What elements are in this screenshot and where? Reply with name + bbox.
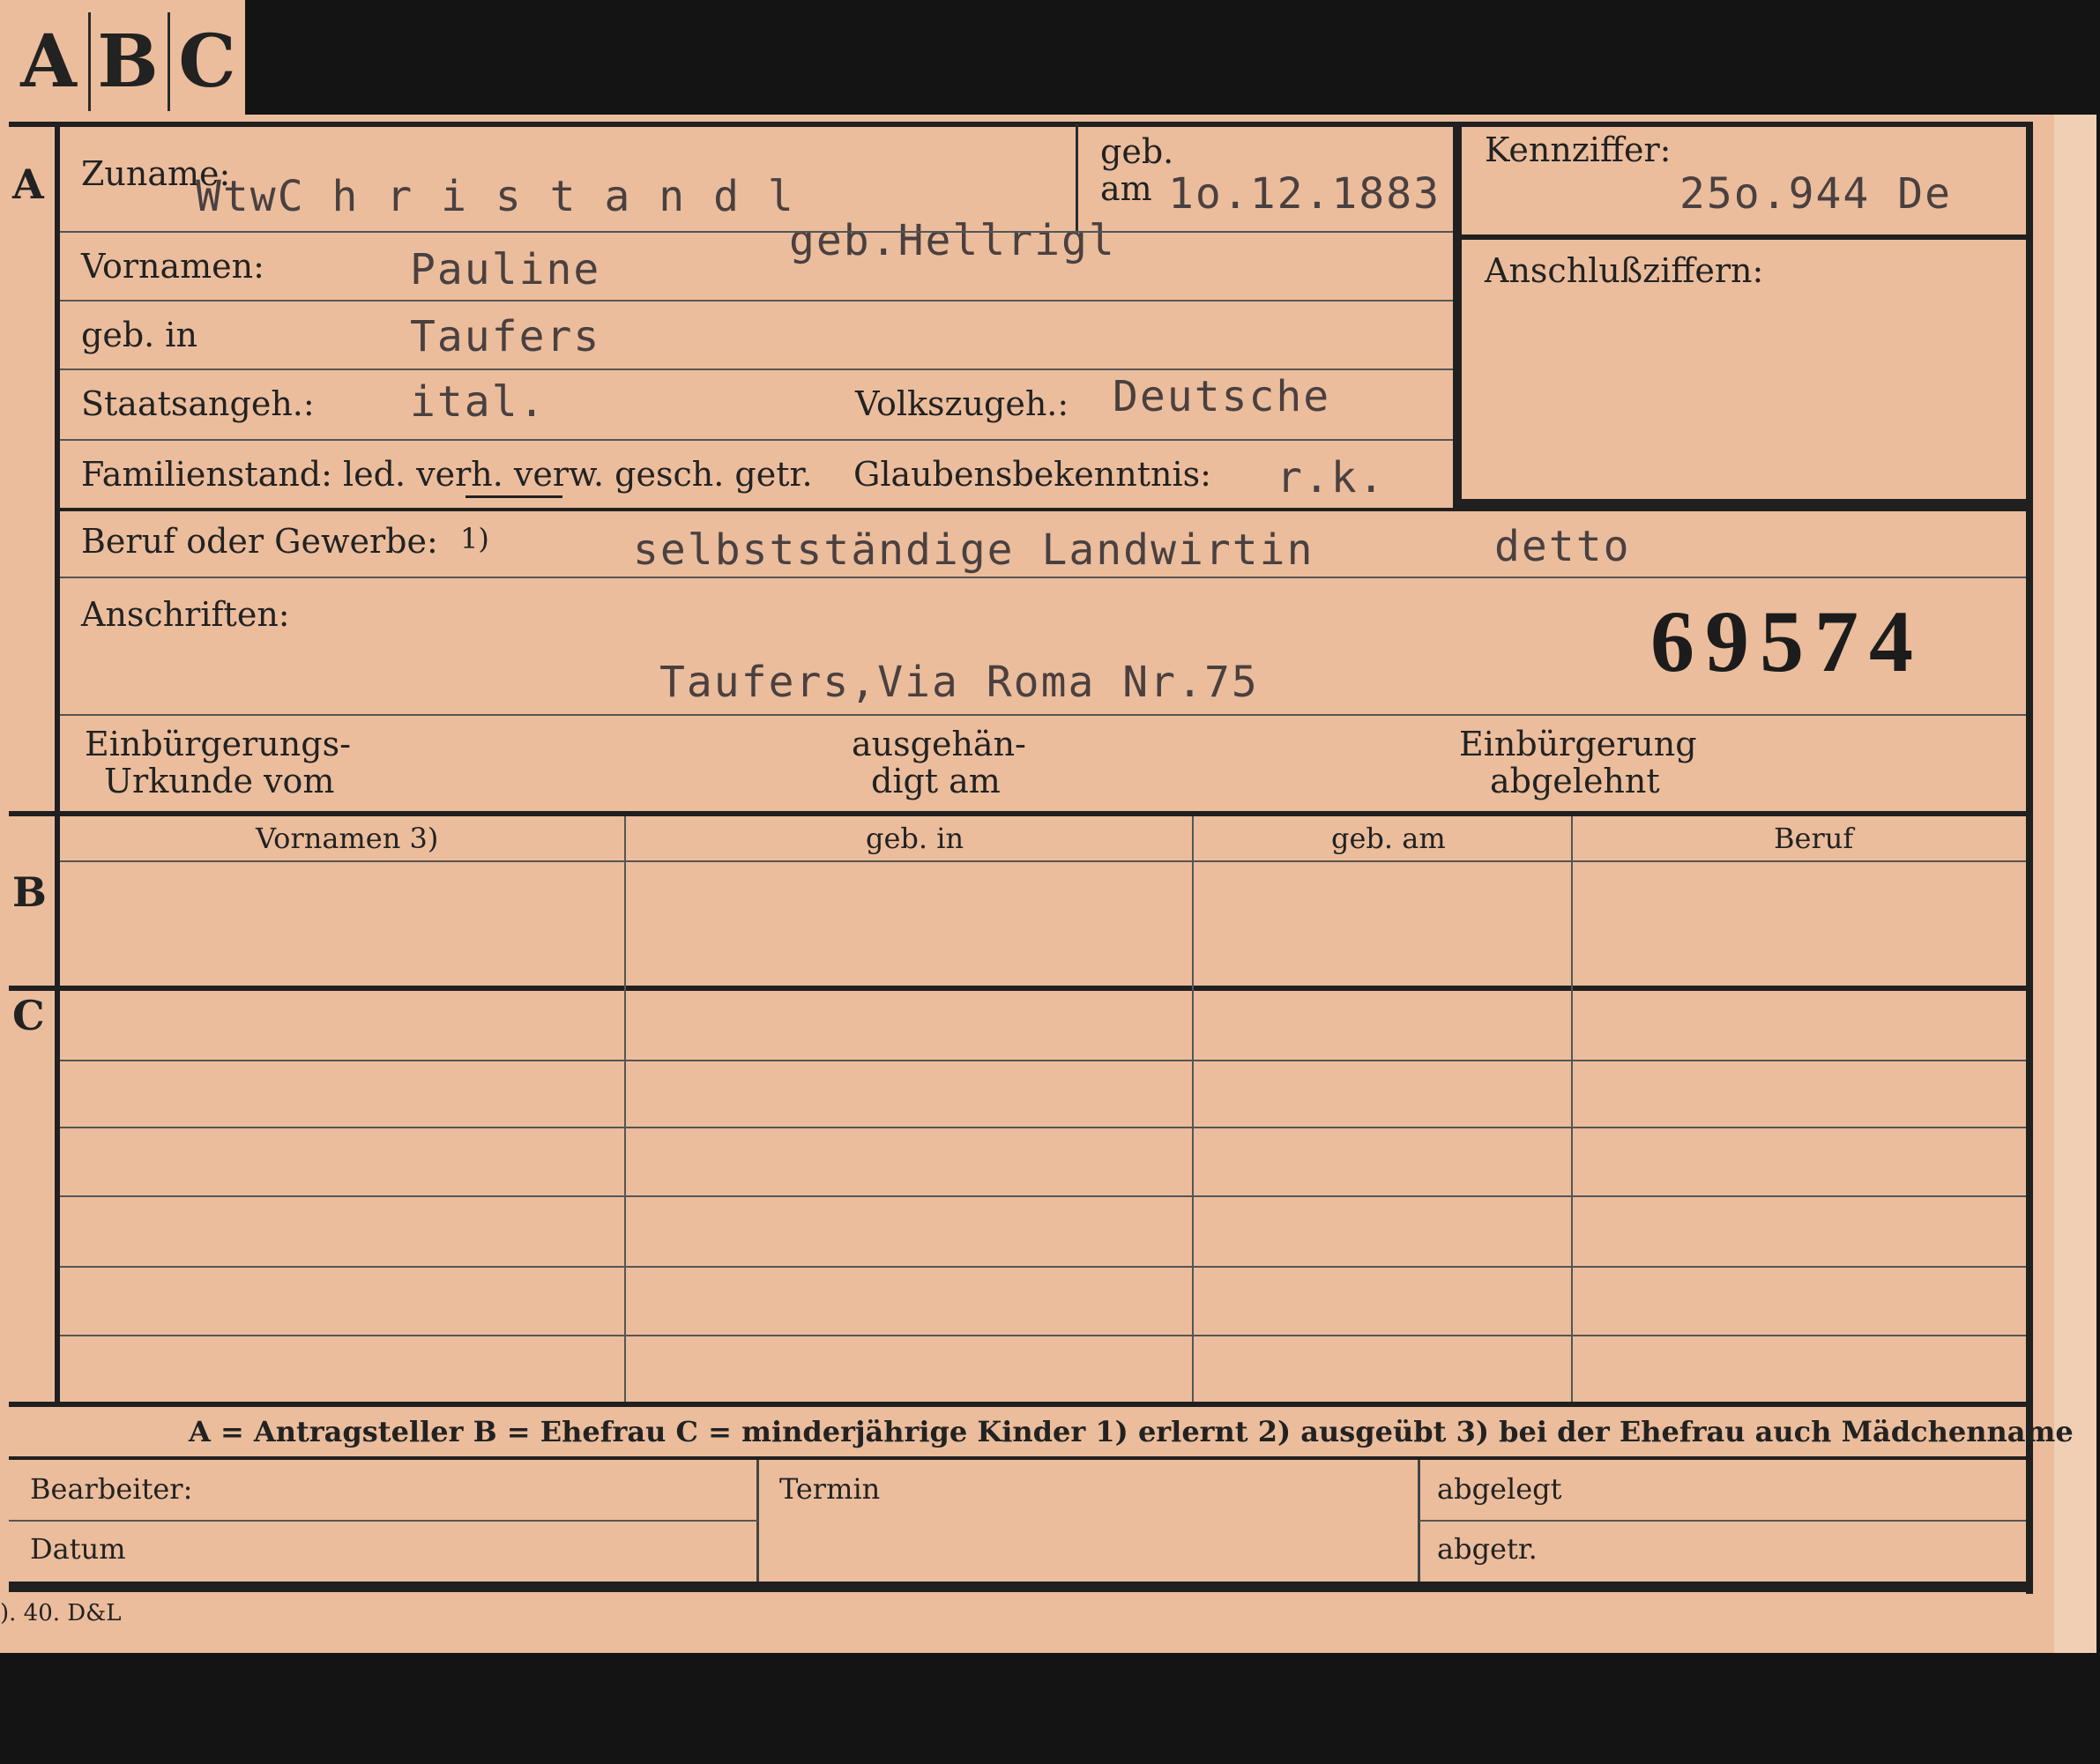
row-label-a: A — [12, 160, 44, 208]
glaube-label: Glaubensbekenntnis: — [853, 455, 1211, 494]
legend-bottom — [9, 1456, 2033, 1460]
right-frame — [2026, 122, 2033, 1594]
section-c-bottom — [9, 1402, 2033, 1407]
row-label-b: B — [12, 868, 47, 916]
rule — [60, 508, 2026, 511]
legend: A = Antragsteller B = Ehefrau C = minder… — [189, 1415, 2074, 1448]
col-header-geb-am: geb. am — [1331, 822, 1446, 855]
kennziffer-divider — [1462, 234, 2026, 240]
einb-label: Urkunde vom — [104, 762, 335, 800]
stamp-number: 69574 — [1650, 592, 1924, 690]
col-header-vornamen: Vornamen 3) — [256, 822, 439, 855]
vornamen-label: Vornamen: — [81, 247, 264, 286]
section-b-bottom — [9, 986, 2033, 991]
ausgeh-label: digt am — [871, 762, 1001, 800]
einb-label: Einbürgerungs- — [85, 725, 351, 763]
rule — [60, 368, 1453, 370]
print-code: ). 40. D&L — [0, 1600, 122, 1626]
born-date: 1o.12.1883 — [1168, 169, 1441, 219]
surname-value: WtwC h r i s t a n d l — [196, 172, 795, 221]
rule — [60, 577, 2026, 578]
section-a-bottom — [9, 811, 2033, 816]
rule — [60, 1060, 2026, 1061]
rule — [1419, 1520, 2026, 1522]
born-label: am — [1100, 169, 1152, 208]
born-label: geb. — [1100, 132, 1174, 171]
kennziffer-value: 25o.944 De — [1679, 169, 1952, 219]
col-divider — [1571, 816, 1573, 1403]
beruf-value-2: detto — [1494, 522, 1631, 571]
glaube-value: r.k. — [1277, 453, 1386, 502]
beruf-label: Beruf oder Gewerbe: — [81, 522, 438, 561]
vornamen-value: Pauline — [410, 245, 601, 294]
top-frame — [9, 122, 2033, 127]
bearbeiter-label: Bearbeiter: — [30, 1472, 193, 1506]
rule — [60, 1127, 2026, 1128]
rule — [60, 300, 1453, 301]
row-label-c: C — [12, 992, 45, 1039]
footer-divider — [1418, 1460, 1420, 1592]
rule — [60, 714, 2026, 716]
col-header-beruf: Beruf — [1774, 822, 1854, 855]
tab-c: C — [178, 19, 236, 104]
rule — [60, 860, 2026, 862]
datum-label: Datum — [30, 1532, 126, 1566]
kennziffer-border — [1453, 122, 1462, 510]
geb-in-label: geb. in — [81, 316, 197, 354]
verw-underline — [465, 495, 562, 498]
col-divider — [1192, 816, 1194, 1403]
abgelehnt-label: Einbürgerung — [1459, 725, 1697, 763]
abgelehnt-label: abgelehnt — [1490, 762, 1660, 800]
rule — [60, 1195, 2026, 1197]
abgetr-label: abgetr. — [1437, 1532, 1538, 1566]
rule — [60, 1266, 2026, 1268]
volk-label: Volkszugeh.: — [855, 384, 1069, 423]
rule — [60, 439, 1453, 441]
tab-a: A — [9, 12, 91, 111]
ausgeh-label: ausgehän- — [852, 725, 1026, 763]
abgelegt-label: abgelegt — [1437, 1472, 1562, 1506]
maiden-name: geb.Hellrigl — [789, 216, 1116, 265]
anschluss-label: Anschlußziffern: — [1485, 251, 1764, 290]
tab-b: B — [88, 12, 170, 111]
geb-in-value: Taufers — [410, 312, 601, 361]
beruf-note: 1) — [460, 522, 489, 555]
beruf-value: selbstständige Landwirtin — [633, 525, 1314, 575]
staat-label: Staatsangeh.: — [81, 384, 315, 423]
termin-label: Termin — [779, 1472, 881, 1506]
volk-value: Deutsche — [1113, 372, 1331, 421]
footer-bottom — [9, 1582, 2033, 1592]
rule — [60, 231, 1453, 233]
left-column-divider — [55, 122, 60, 1404]
rule — [9, 1520, 758, 1522]
tab-strip: A B C — [0, 0, 245, 116]
anschriften-value: Taufers,Via Roma Nr.75 — [659, 658, 1259, 707]
anschriften-label: Anschriften: — [81, 595, 290, 634]
index-card: A Zuname: WtwC h r i s t a n d l geb. am… — [0, 115, 2096, 1653]
rule — [60, 1335, 2026, 1336]
staat-value: ital. — [410, 377, 547, 427]
divider — [1076, 123, 1078, 231]
col-divider — [624, 816, 626, 1403]
footer-divider — [756, 1460, 759, 1592]
col-header-geb-in: geb. in — [866, 822, 964, 855]
kennziffer-label: Kennziffer: — [1485, 130, 1672, 169]
familienstand-label: Familienstand: led. verh. verw. gesch. g… — [81, 455, 813, 494]
